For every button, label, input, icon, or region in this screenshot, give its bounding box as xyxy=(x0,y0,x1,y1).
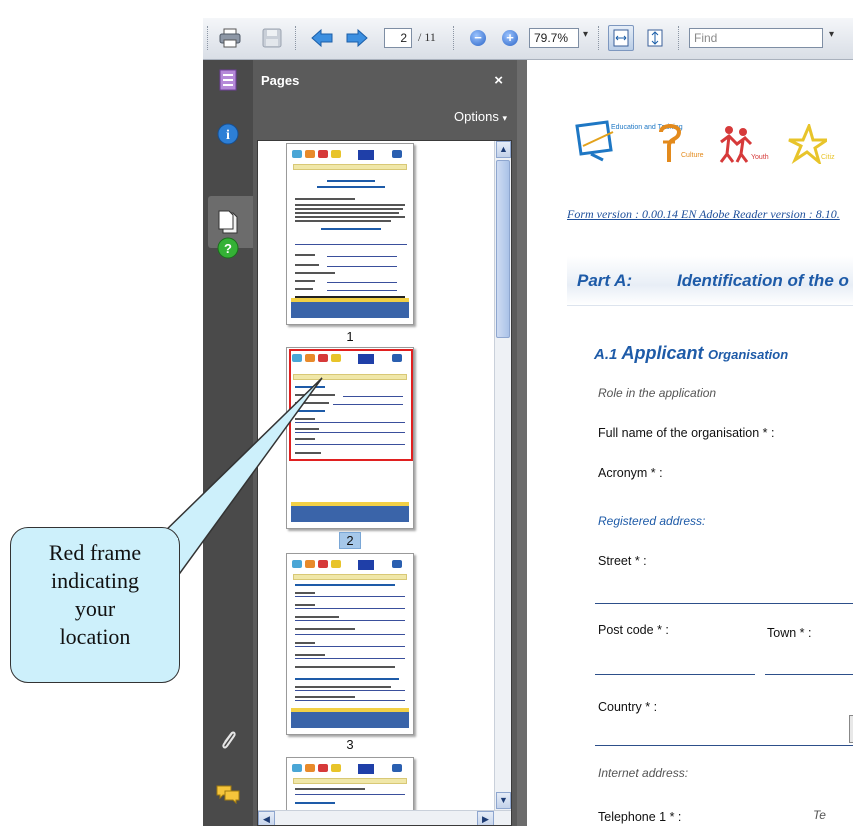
page-thumbnail[interactable] xyxy=(286,757,414,817)
callout-line: indicating xyxy=(51,568,139,593)
callout-line: your xyxy=(74,596,116,621)
postcode-field[interactable] xyxy=(595,674,755,675)
close-icon[interactable]: × xyxy=(494,72,503,89)
fit-page-icon xyxy=(647,29,663,47)
citizens-logo-text: Citiz xyxy=(821,154,835,161)
document-view[interactable]: Education and Training Culture Youth Cit… xyxy=(517,60,853,826)
previous-page-button[interactable] xyxy=(309,25,335,51)
document-icon[interactable] xyxy=(216,210,240,234)
toolbar: 2 / 11 − + 79.7% ▾ Find ▾ xyxy=(203,18,853,60)
find-dropdown-icon[interactable]: ▾ xyxy=(829,29,834,40)
vertical-scrollbar[interactable]: ▲ ▼ xyxy=(494,141,511,810)
next-page-button[interactable] xyxy=(344,25,370,51)
find-input[interactable]: Find xyxy=(689,28,823,48)
toolbar-separator xyxy=(598,26,602,50)
part-label: Part A: xyxy=(577,271,633,290)
page-number-label-selected: 2 xyxy=(286,532,414,549)
info-icon[interactable]: i xyxy=(216,122,240,146)
fit-width-button[interactable] xyxy=(608,25,634,51)
registered-address-label: Registered address: xyxy=(598,514,706,528)
callout-text: Red frame indicating your location xyxy=(10,539,180,651)
panel-splitter[interactable] xyxy=(517,60,527,826)
minus-icon: − xyxy=(470,30,486,46)
chevron-down-icon: ▾ xyxy=(502,114,507,124)
role-label: Role in the application xyxy=(598,386,717,400)
comments-icon[interactable] xyxy=(216,782,240,806)
page-thumbnail[interactable] xyxy=(286,143,414,325)
scroll-left-icon[interactable]: ◀ xyxy=(258,811,275,825)
postcode-label: Post code * : xyxy=(598,623,669,637)
page-number-label: 3 xyxy=(346,737,354,752)
section-subtitle: Organisation xyxy=(707,347,789,362)
options-label: Options xyxy=(454,109,499,124)
street-label: Street * : xyxy=(598,554,647,568)
fullname-label: Full name of the organisation * : xyxy=(598,426,775,440)
telephone2-label: Te xyxy=(813,808,826,822)
toolbar-separator xyxy=(453,26,457,50)
zoom-level-select[interactable]: 79.7% xyxy=(529,28,579,48)
fit-width-icon xyxy=(613,29,629,47)
section-heading: A.1 Applicant Organisation xyxy=(594,343,788,364)
pages-panel-title: Pages xyxy=(261,73,300,88)
page-thumbnail[interactable] xyxy=(286,553,414,735)
internet-address-label: Internet address: xyxy=(598,766,689,780)
navigation-pane-strip: i ? xyxy=(203,60,253,826)
zoom-out-button[interactable]: − xyxy=(465,25,491,51)
pages-panel: Pages × Options ▾ 1 2 3 ▲ ▼ ◀ ▶ xyxy=(253,60,517,826)
youth-logo-text: Youth xyxy=(751,154,769,161)
svg-text:?: ? xyxy=(224,241,232,256)
youth-logo xyxy=(719,126,753,163)
fit-page-button[interactable] xyxy=(642,25,668,51)
zoom-in-button[interactable]: + xyxy=(497,25,523,51)
plus-icon: + xyxy=(502,30,518,46)
arrow-left-icon xyxy=(311,28,333,48)
callout-line: Red frame xyxy=(48,540,142,565)
pages-icon[interactable] xyxy=(216,68,240,92)
save-button[interactable] xyxy=(259,25,285,51)
options-menu-button[interactable]: Options ▾ xyxy=(454,109,507,124)
scrollbar-thumb[interactable] xyxy=(496,160,510,338)
arrow-right-icon xyxy=(346,28,368,48)
town-label: Town * : xyxy=(767,626,812,640)
country-label: Country * : xyxy=(598,700,658,714)
page-total-label: / 11 xyxy=(418,30,436,44)
toolbar-grip xyxy=(207,26,211,50)
scroll-up-icon[interactable]: ▲ xyxy=(496,141,511,158)
help-icon[interactable]: ? xyxy=(216,236,240,260)
toolbar-separator xyxy=(295,26,299,50)
acronym-label: Acronym * : xyxy=(598,466,663,480)
part-title: Identification of the o xyxy=(677,271,849,290)
attachment-icon[interactable] xyxy=(216,728,240,752)
save-disk-icon xyxy=(262,28,282,48)
section-title: Applicant xyxy=(621,343,704,363)
culture-logo-text: Culture xyxy=(681,152,704,159)
country-dropdown-button[interactable] xyxy=(849,715,853,743)
horizontal-scrollbar[interactable]: ◀ ▶ xyxy=(258,810,511,825)
scroll-right-icon[interactable]: ▶ xyxy=(477,811,494,825)
town-field[interactable] xyxy=(765,674,853,675)
current-view-red-frame[interactable] xyxy=(289,349,413,461)
printer-icon xyxy=(219,28,241,48)
street-field[interactable] xyxy=(595,603,853,604)
telephone-label: Telephone 1 * : xyxy=(598,810,682,824)
form-version-text: Form version : 0.00.14 EN Adobe Reader v… xyxy=(567,207,840,221)
pages-panel-header: Pages × Options ▾ xyxy=(253,60,517,140)
scroll-down-icon[interactable]: ▼ xyxy=(496,792,511,809)
svg-text:i: i xyxy=(226,128,230,143)
country-field[interactable] xyxy=(595,745,853,746)
page-thumbnails-list[interactable]: 1 2 3 ▲ ▼ ◀ ▶ xyxy=(257,140,512,826)
callout-line: location xyxy=(59,624,131,649)
section-number: A.1 xyxy=(594,346,622,363)
page-number-label: 1 xyxy=(346,329,354,344)
print-button[interactable] xyxy=(217,25,243,51)
chevron-down-icon[interactable]: ▾ xyxy=(583,29,588,40)
toolbar-separator xyxy=(678,26,682,50)
page-number-input[interactable]: 2 xyxy=(384,28,412,48)
